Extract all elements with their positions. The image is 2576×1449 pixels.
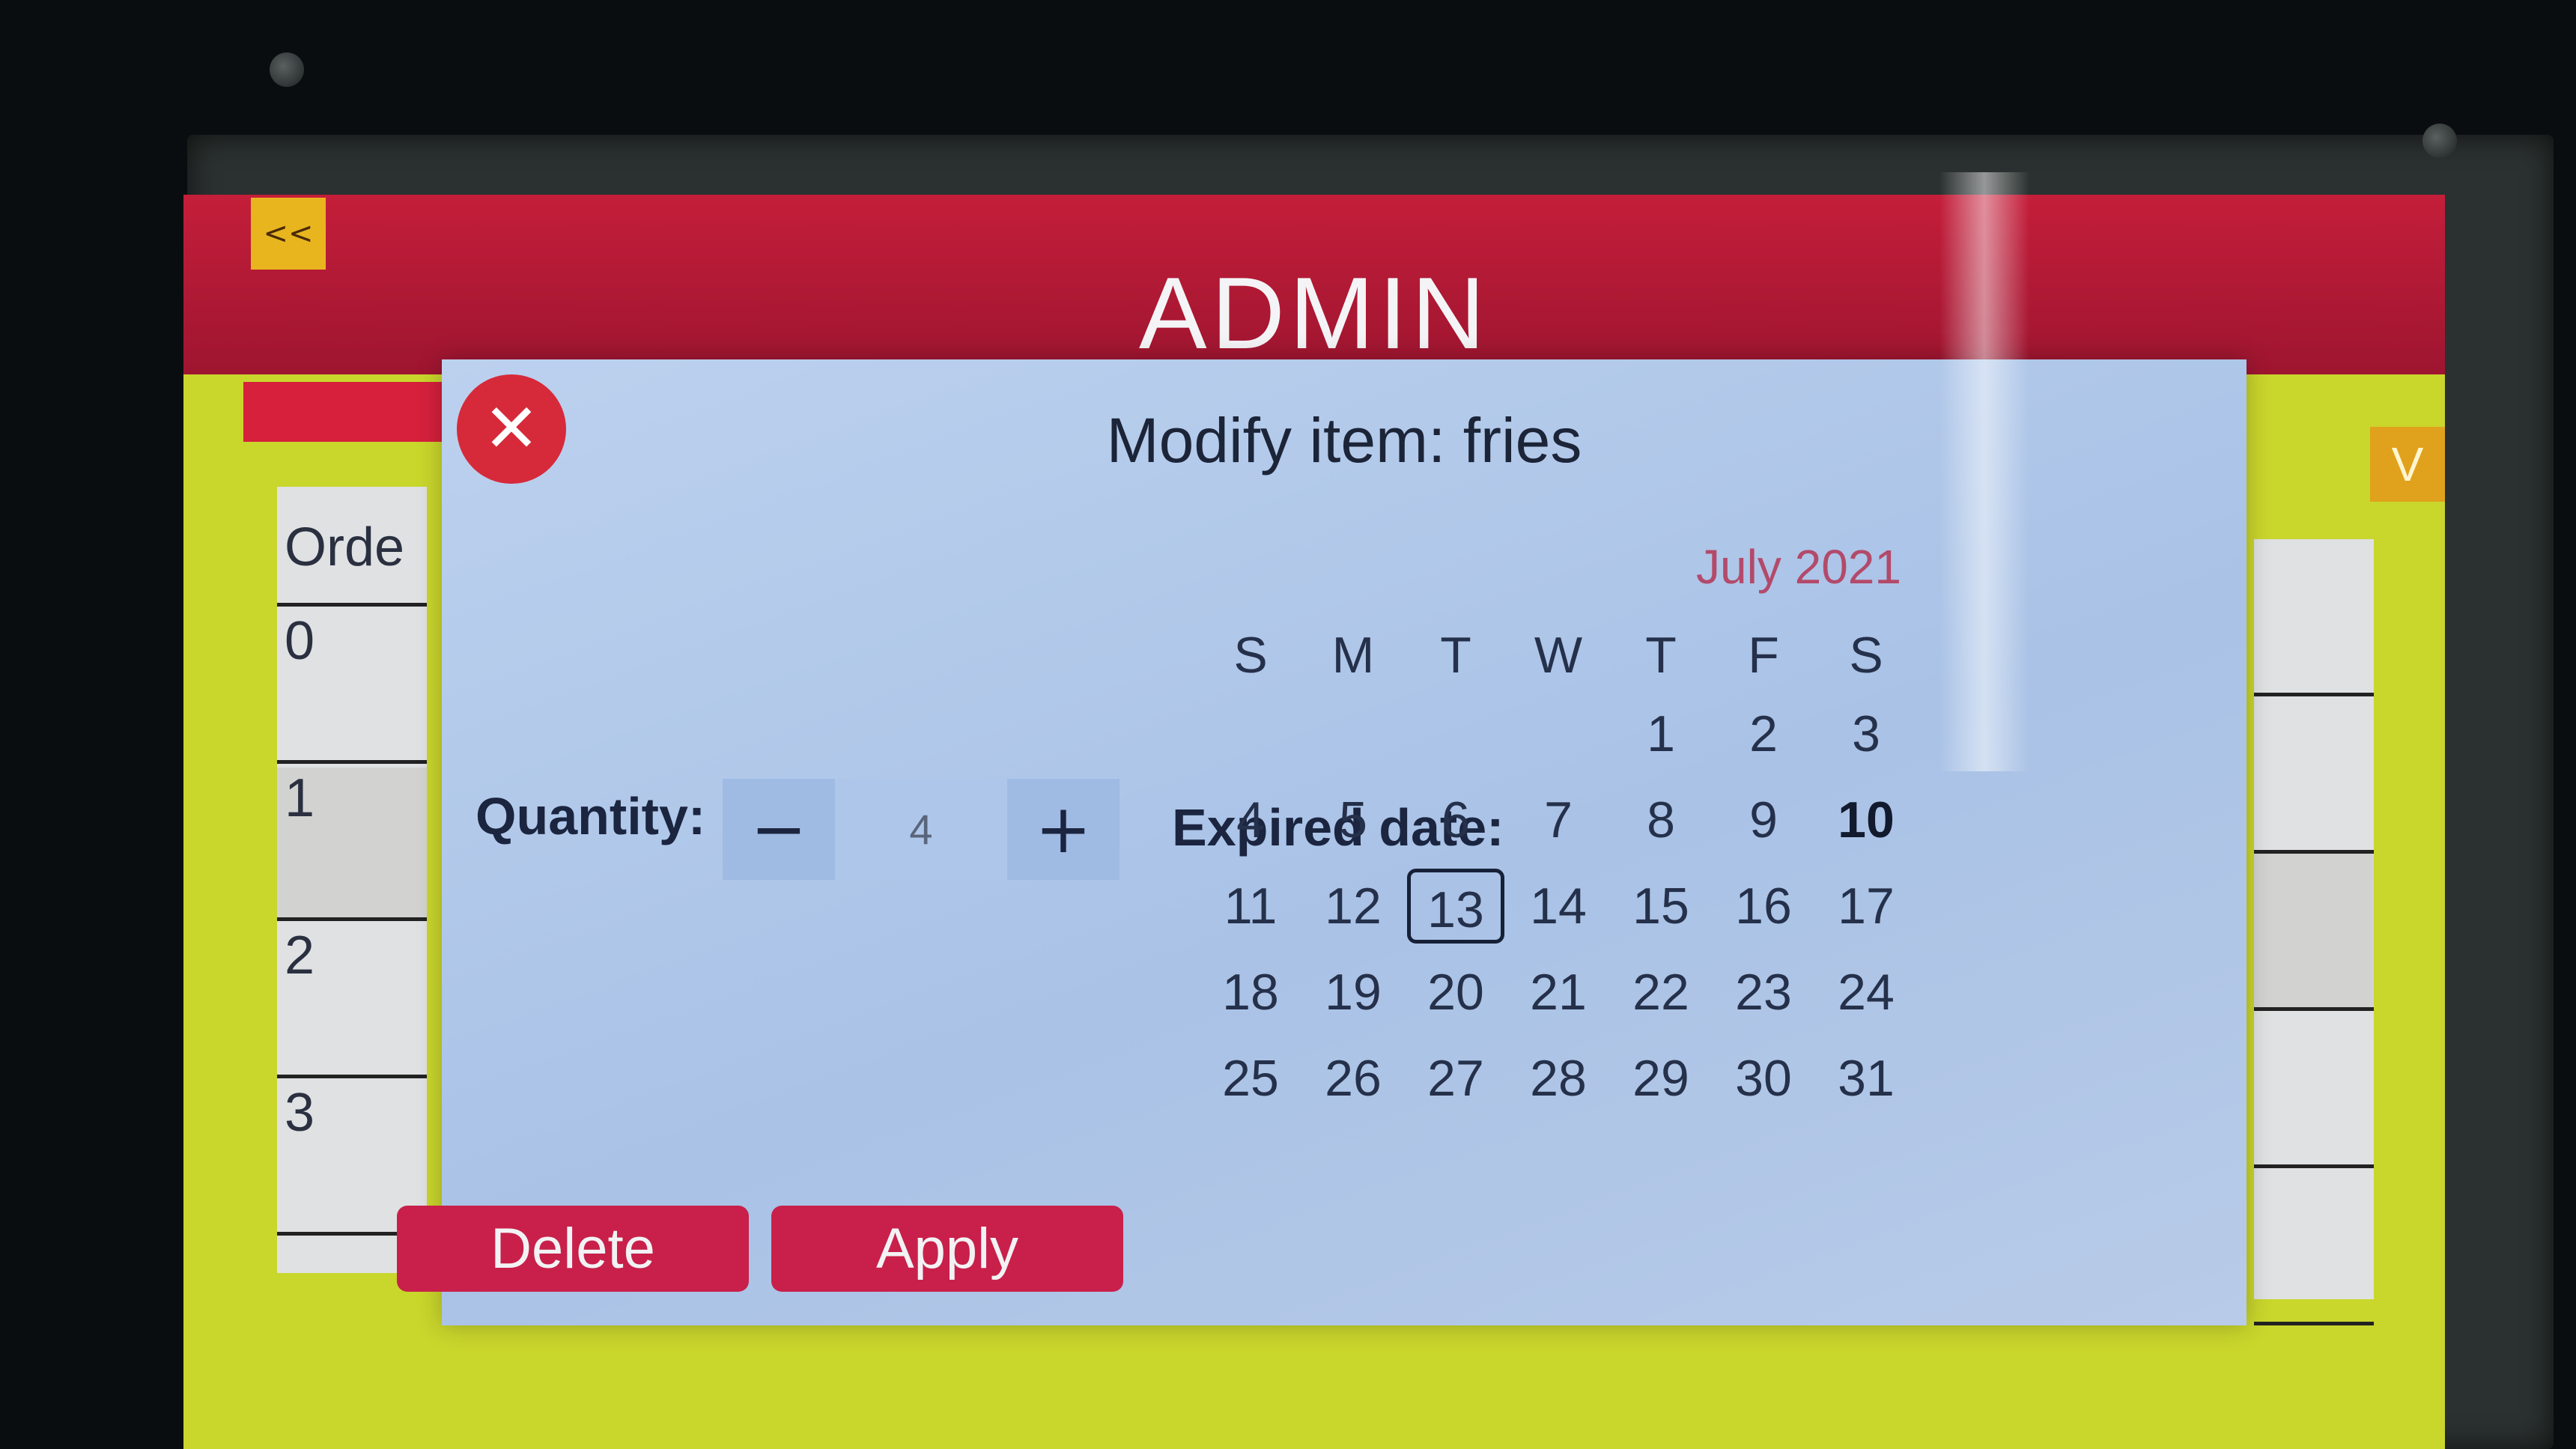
calendar-day[interactable]: 1 (1612, 696, 1710, 771)
calendar-empty-cell (1202, 696, 1299, 771)
calendar-weekday-label: T (1440, 627, 1471, 684)
calendar-day[interactable]: 31 (1817, 1041, 1915, 1116)
calendar-day[interactable]: 11 (1202, 869, 1299, 944)
quantity-decrement-button[interactable]: − (723, 779, 835, 880)
calendar-day[interactable]: 26 (1304, 1041, 1402, 1116)
calendar-day[interactable]: 4 (1202, 783, 1299, 857)
screw-icon (270, 52, 304, 87)
calendar-day[interactable]: 29 (1612, 1041, 1710, 1116)
orders-table: Orde 0 1 2 3 (277, 487, 427, 1273)
table-row[interactable]: 1 (277, 768, 427, 921)
table-row[interactable]: 2 (277, 925, 427, 1078)
calendar-weekday-label: S (1233, 627, 1268, 684)
calendar-day[interactable]: 28 (1510, 1041, 1607, 1116)
calendar-day[interactable]: 6 (1407, 783, 1504, 857)
modify-item-dialog: ✕ Modify item: fries Quantity: − + Expir… (397, 359, 2247, 1325)
calendar-day[interactable]: 5 (1304, 783, 1402, 857)
calendar-day[interactable]: 18 (1202, 955, 1299, 1030)
calendar-day-selected[interactable]: 13 (1407, 869, 1504, 944)
calendar-weekday-label: F (1748, 627, 1779, 684)
calendar-day[interactable]: 9 (1715, 783, 1812, 857)
calendar-day[interactable]: 25 (1202, 1041, 1299, 1116)
apply-button[interactable]: Apply (771, 1206, 1123, 1292)
calendar-weekday-label: T (1645, 627, 1677, 684)
calendar-day[interactable]: 7 (1510, 783, 1607, 857)
table-row[interactable]: 0 (277, 610, 427, 764)
dropdown-button[interactable]: V (2370, 427, 2445, 502)
header-bar: << ADMIN (183, 195, 2445, 374)
calendar-weekday-label: M (1331, 627, 1375, 684)
table-row[interactable] (2254, 696, 2374, 854)
side-table (2254, 539, 2374, 1325)
calendar-month-label: July 2021 (1696, 540, 1901, 594)
calendar-weekday-label: W (1534, 627, 1583, 684)
calendar-day[interactable]: 10 (1817, 783, 1915, 857)
page-title: ADMIN (1138, 256, 1490, 370)
calendar-day[interactable]: 16 (1715, 869, 1812, 944)
tab-strip (243, 382, 468, 442)
calendar-empty-cell (1407, 696, 1504, 771)
quantity-input[interactable] (835, 779, 1007, 880)
calendar-day[interactable]: 23 (1715, 955, 1812, 1030)
table-row[interactable] (2254, 854, 2374, 1011)
calendar-weekday-label: S (1849, 627, 1883, 684)
calendar-day[interactable]: 17 (1817, 869, 1915, 944)
calendar-empty-cell (1510, 696, 1607, 771)
calendar-day[interactable]: 19 (1304, 955, 1402, 1030)
calendar-day[interactable]: 14 (1510, 869, 1607, 944)
calendar-day[interactable]: 21 (1510, 955, 1607, 1030)
table-row[interactable] (2254, 539, 2374, 696)
calendar-day[interactable]: 3 (1817, 696, 1915, 771)
calendar-day[interactable]: 2 (1715, 696, 1812, 771)
quantity-label: Quantity: (476, 787, 706, 845)
calendar-day[interactable]: 22 (1612, 955, 1710, 1030)
quantity-increment-button[interactable]: + (1007, 779, 1120, 880)
table-row[interactable] (2254, 1011, 2374, 1168)
table-header: Orde (277, 487, 427, 607)
calendar-day[interactable]: 20 (1407, 955, 1504, 1030)
calendar-day[interactable]: 27 (1407, 1041, 1504, 1116)
table-row[interactable] (2254, 1168, 2374, 1325)
calendar-day[interactable]: 15 (1612, 869, 1710, 944)
delete-button[interactable]: Delete (397, 1206, 749, 1292)
calendar-empty-cell (1304, 696, 1402, 771)
dialog-title: Modify item: fries (1106, 405, 1582, 476)
screw-icon (2422, 124, 2457, 158)
calendar-day[interactable]: 24 (1817, 955, 1915, 1030)
calendar-day[interactable]: 12 (1304, 869, 1402, 944)
calendar-day[interactable]: 8 (1612, 783, 1710, 857)
calendar-day[interactable]: 30 (1715, 1041, 1812, 1116)
